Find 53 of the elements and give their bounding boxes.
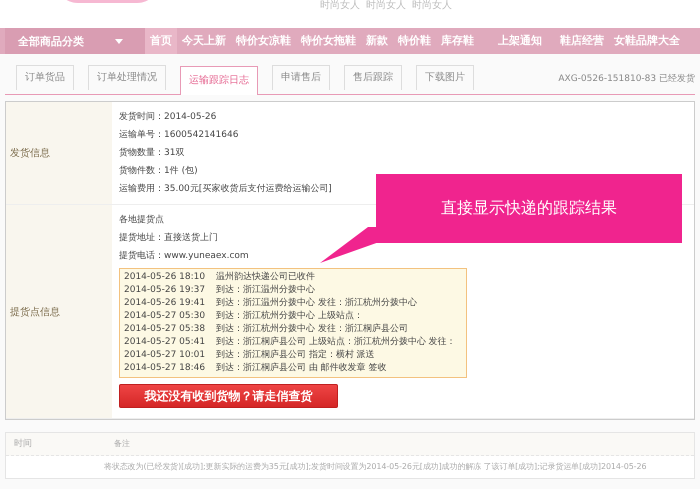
tracking-time: 2014-05-26 18:10 — [123, 271, 206, 284]
column-header: 时间 — [13, 438, 33, 451]
tab[interactable]: 订单货品 — [16, 65, 74, 90]
tracking-time: 2014-05-27 05:38 — [123, 323, 206, 336]
nav-item[interactable]: 女鞋品牌大全 — [609, 28, 685, 54]
info-line: 运输单号：1600542141646 — [119, 128, 240, 142]
info-line: 提货地址：直接送货上门 — [119, 232, 219, 245]
tab[interactable]: 下载图片 — [416, 65, 474, 90]
tab[interactable]: 运输跟踪日志 — [180, 66, 258, 95]
tracking-event: 到达：浙江杭州分拨中心 发往：浙江桐庐县公司 — [216, 323, 408, 336]
table-cell-text: 将状态改为(已经发货)[成功];更新实际的运费为35元[成功];发货时间设置为2014-05-26元[成功]成功的解冻 了该订单[成功];记录货运单[成功]2014-05-26 — [104, 461, 646, 473]
tracking-time: 2014-05-26 19:37 — [123, 284, 206, 297]
nav-item[interactable]: 特价鞋 — [393, 28, 436, 54]
nav-item[interactable]: 鞋店经营 — [555, 28, 609, 54]
tracking-event: 到达：浙江杭州分拨中心 上级站点： — [216, 310, 363, 323]
tracking-event: 到达：浙江桐庐县公司 上级站点：浙江杭州分拨中心 发往： — [216, 336, 456, 349]
nav-item[interactable]: 首页 — [145, 28, 177, 54]
nav-item[interactable]: 上架通知 — [493, 28, 547, 54]
slogan: 时尚女人 — [320, 0, 360, 12]
tracking-time: 2014-05-27 10:01 — [123, 349, 206, 362]
info-line: 运输费用：35.00元[买家收货后支付运费给运输公司] — [119, 182, 332, 196]
nav-item[interactable]: 特价女拖鞋 — [296, 28, 361, 54]
info-line: 发货时间：2014-05-26 — [119, 110, 218, 124]
nav-item[interactable]: 特价女凉鞋 — [231, 28, 296, 54]
category-menu[interactable]: 全部商品分类 — [5, 28, 145, 54]
slogan: 时尚女人 — [366, 0, 406, 12]
tracking-event: 到达：浙江桐庐县公司 指定：横村 派送 — [216, 349, 375, 362]
nav-item[interactable]: 新款 — [361, 28, 393, 54]
nav-item[interactable]: 库存鞋 — [436, 28, 479, 54]
tracking-time: 2014-05-27 05:41 — [123, 336, 206, 349]
info-line: 货物数量：31双 — [119, 146, 186, 160]
tracking-time: 2014-05-26 19:41 — [123, 297, 206, 310]
tab[interactable]: 售后跟踪 — [344, 65, 402, 90]
row-label: 发货信息 — [6, 102, 112, 204]
tracking-event: 到达：浙江桐庐县公司 由 邮件收发章 签收 — [216, 362, 387, 375]
caret-icon — [115, 38, 123, 44]
tab[interactable]: 订单处理情况 — [88, 65, 166, 90]
row-label: 提货点信息 — [6, 205, 112, 418]
order-status: AXG-0526-151810-83 已经发货 — [558, 72, 695, 85]
info-line: 货物件数：1件 (包) — [119, 164, 199, 178]
slogan: 时尚女人 — [412, 0, 452, 12]
tracking-time: 2014-05-27 18:46 — [123, 362, 206, 375]
tab[interactable]: 申请售后 — [272, 65, 330, 90]
tracking-event: 温州韵达快递公司已收件 — [216, 271, 315, 284]
inquiry-button[interactable]: 我还没有收到货物？请走俏查货 — [119, 384, 338, 408]
column-header: 备注 — [114, 438, 130, 450]
tracking-event: 到达：浙江温州分拨中心 — [216, 284, 315, 297]
tracking-event: 到达：浙江温州分拨中心 发往：浙江杭州分拨中心 — [216, 297, 417, 310]
info-line: 提货电话：www.yuneaex.com — [119, 250, 250, 263]
nav-item[interactable]: 今天上新 — [177, 28, 231, 54]
info-line: 各地提货点 — [119, 214, 165, 227]
callout-banner: 直接显示快递的跟踪结果 — [376, 174, 682, 243]
tracking-time: 2014-05-27 05:30 — [123, 310, 206, 323]
